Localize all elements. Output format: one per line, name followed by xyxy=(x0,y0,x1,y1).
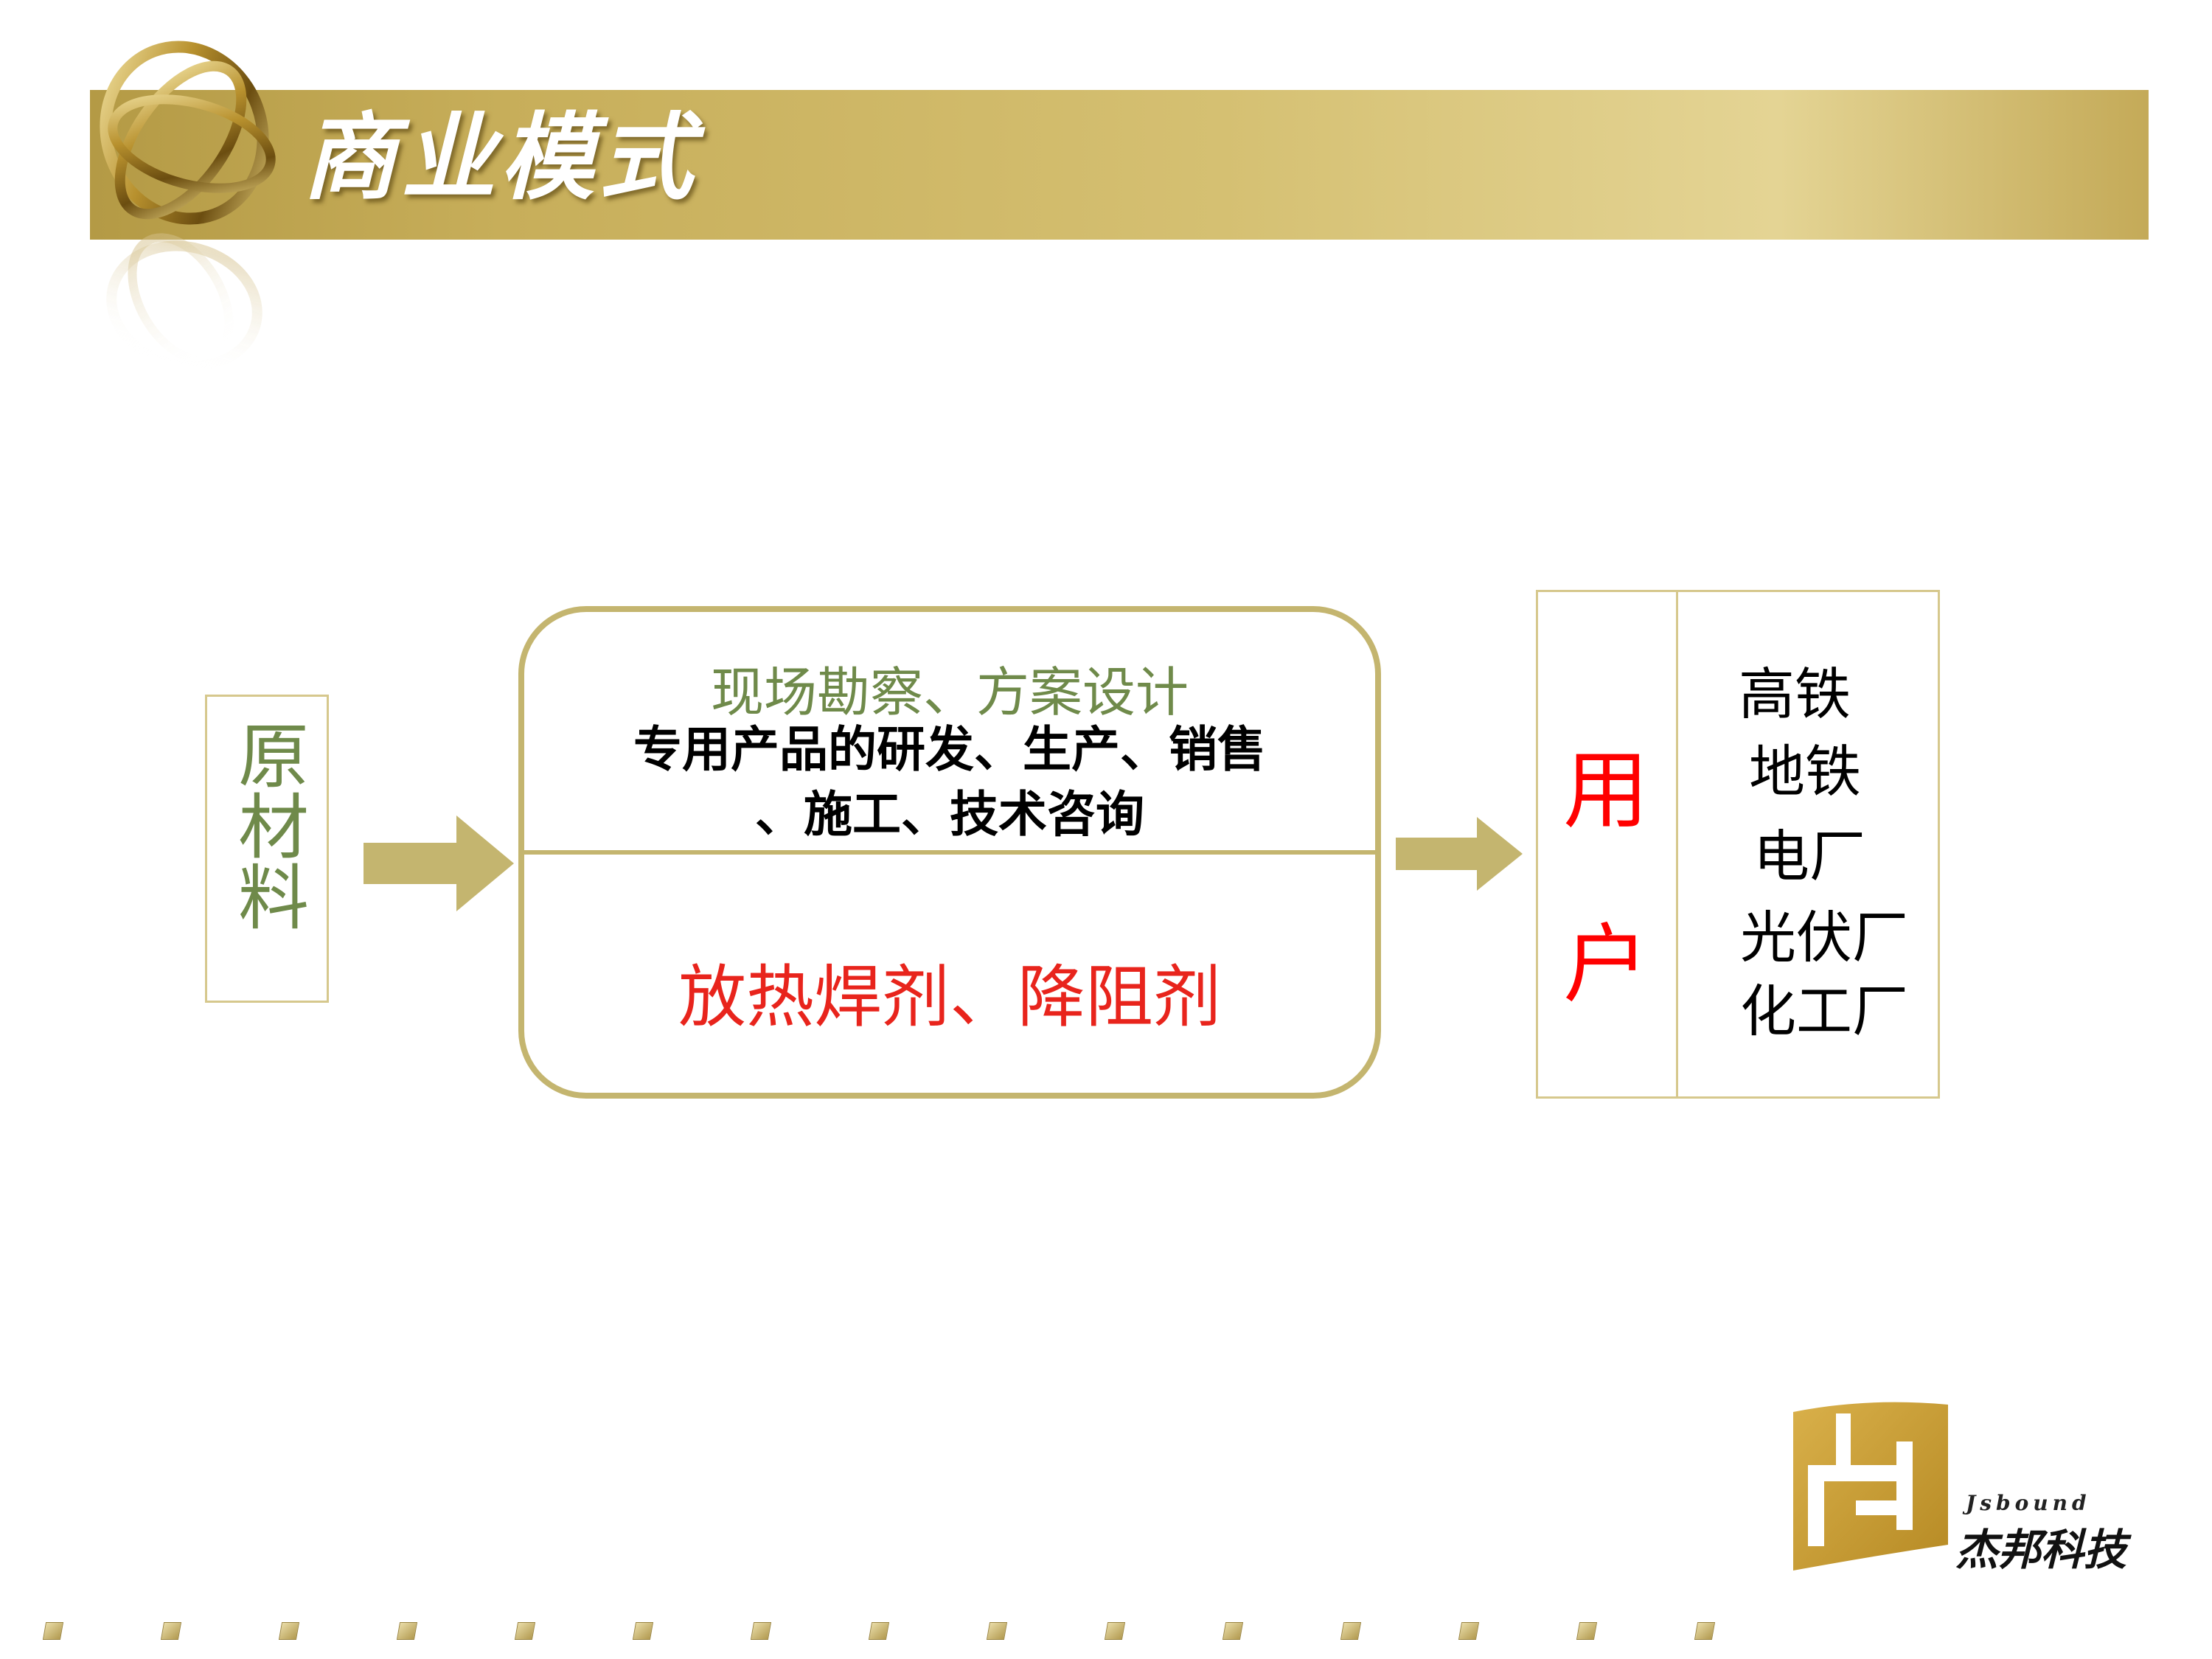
list-item: 地铁 xyxy=(1749,739,1861,804)
users-divider xyxy=(1676,590,1678,1099)
bullet-icon xyxy=(514,1622,536,1640)
list-item: 化工厂 xyxy=(1740,978,1908,1044)
bullet-icon xyxy=(1104,1622,1126,1640)
users-label-top: 用 xyxy=(1563,741,1649,841)
bullet-icon xyxy=(42,1622,64,1640)
bullet-icon xyxy=(278,1622,300,1640)
arrow-right-icon xyxy=(1396,817,1523,891)
company-logo-icon xyxy=(1793,1402,1948,1571)
bullet-icon xyxy=(1340,1622,1362,1640)
survey-design-text: 现场勘察、方案设计 xyxy=(710,661,1189,723)
services-line-2: 、施工、技术咨询 xyxy=(755,785,1144,843)
bullet-icon xyxy=(750,1622,772,1640)
page-title: 商业模式 xyxy=(302,102,698,213)
services-line-1: 专用产品的研发、生产、销售 xyxy=(633,720,1266,778)
products-text: 放热焊剂、降阻剂 xyxy=(678,958,1221,1037)
bullet-icon xyxy=(160,1622,182,1640)
company-name-en: Jsbound xyxy=(1966,1491,2091,1515)
users-label: 用 户 xyxy=(1536,704,1676,1052)
bullet-icon xyxy=(632,1622,654,1640)
services-text: 专用产品的研发、生产、销售 、施工、技术咨询 xyxy=(518,717,1381,846)
bullet-icon xyxy=(1576,1622,1598,1640)
list-item: 光伏厂 xyxy=(1740,905,1908,970)
list-item: 电厂 xyxy=(1753,824,1865,889)
users-label-bottom: 户 xyxy=(1563,915,1649,1015)
raw-materials-label: 原材料 xyxy=(226,719,309,931)
gold-rings-logo xyxy=(100,41,276,369)
process-divider xyxy=(521,850,1378,855)
bullet-icon xyxy=(868,1622,890,1640)
company-name-cn: 杰邦科技 xyxy=(1955,1525,2127,1575)
bullet-icon xyxy=(1222,1622,1244,1640)
bullet-icon xyxy=(1458,1622,1480,1640)
list-item: 高铁 xyxy=(1739,661,1851,727)
footer-decoration xyxy=(42,1622,1740,1644)
arrow-right-icon xyxy=(364,815,514,911)
bullet-icon xyxy=(396,1622,418,1640)
bullet-icon xyxy=(1694,1622,1716,1640)
bullet-icon xyxy=(986,1622,1008,1640)
